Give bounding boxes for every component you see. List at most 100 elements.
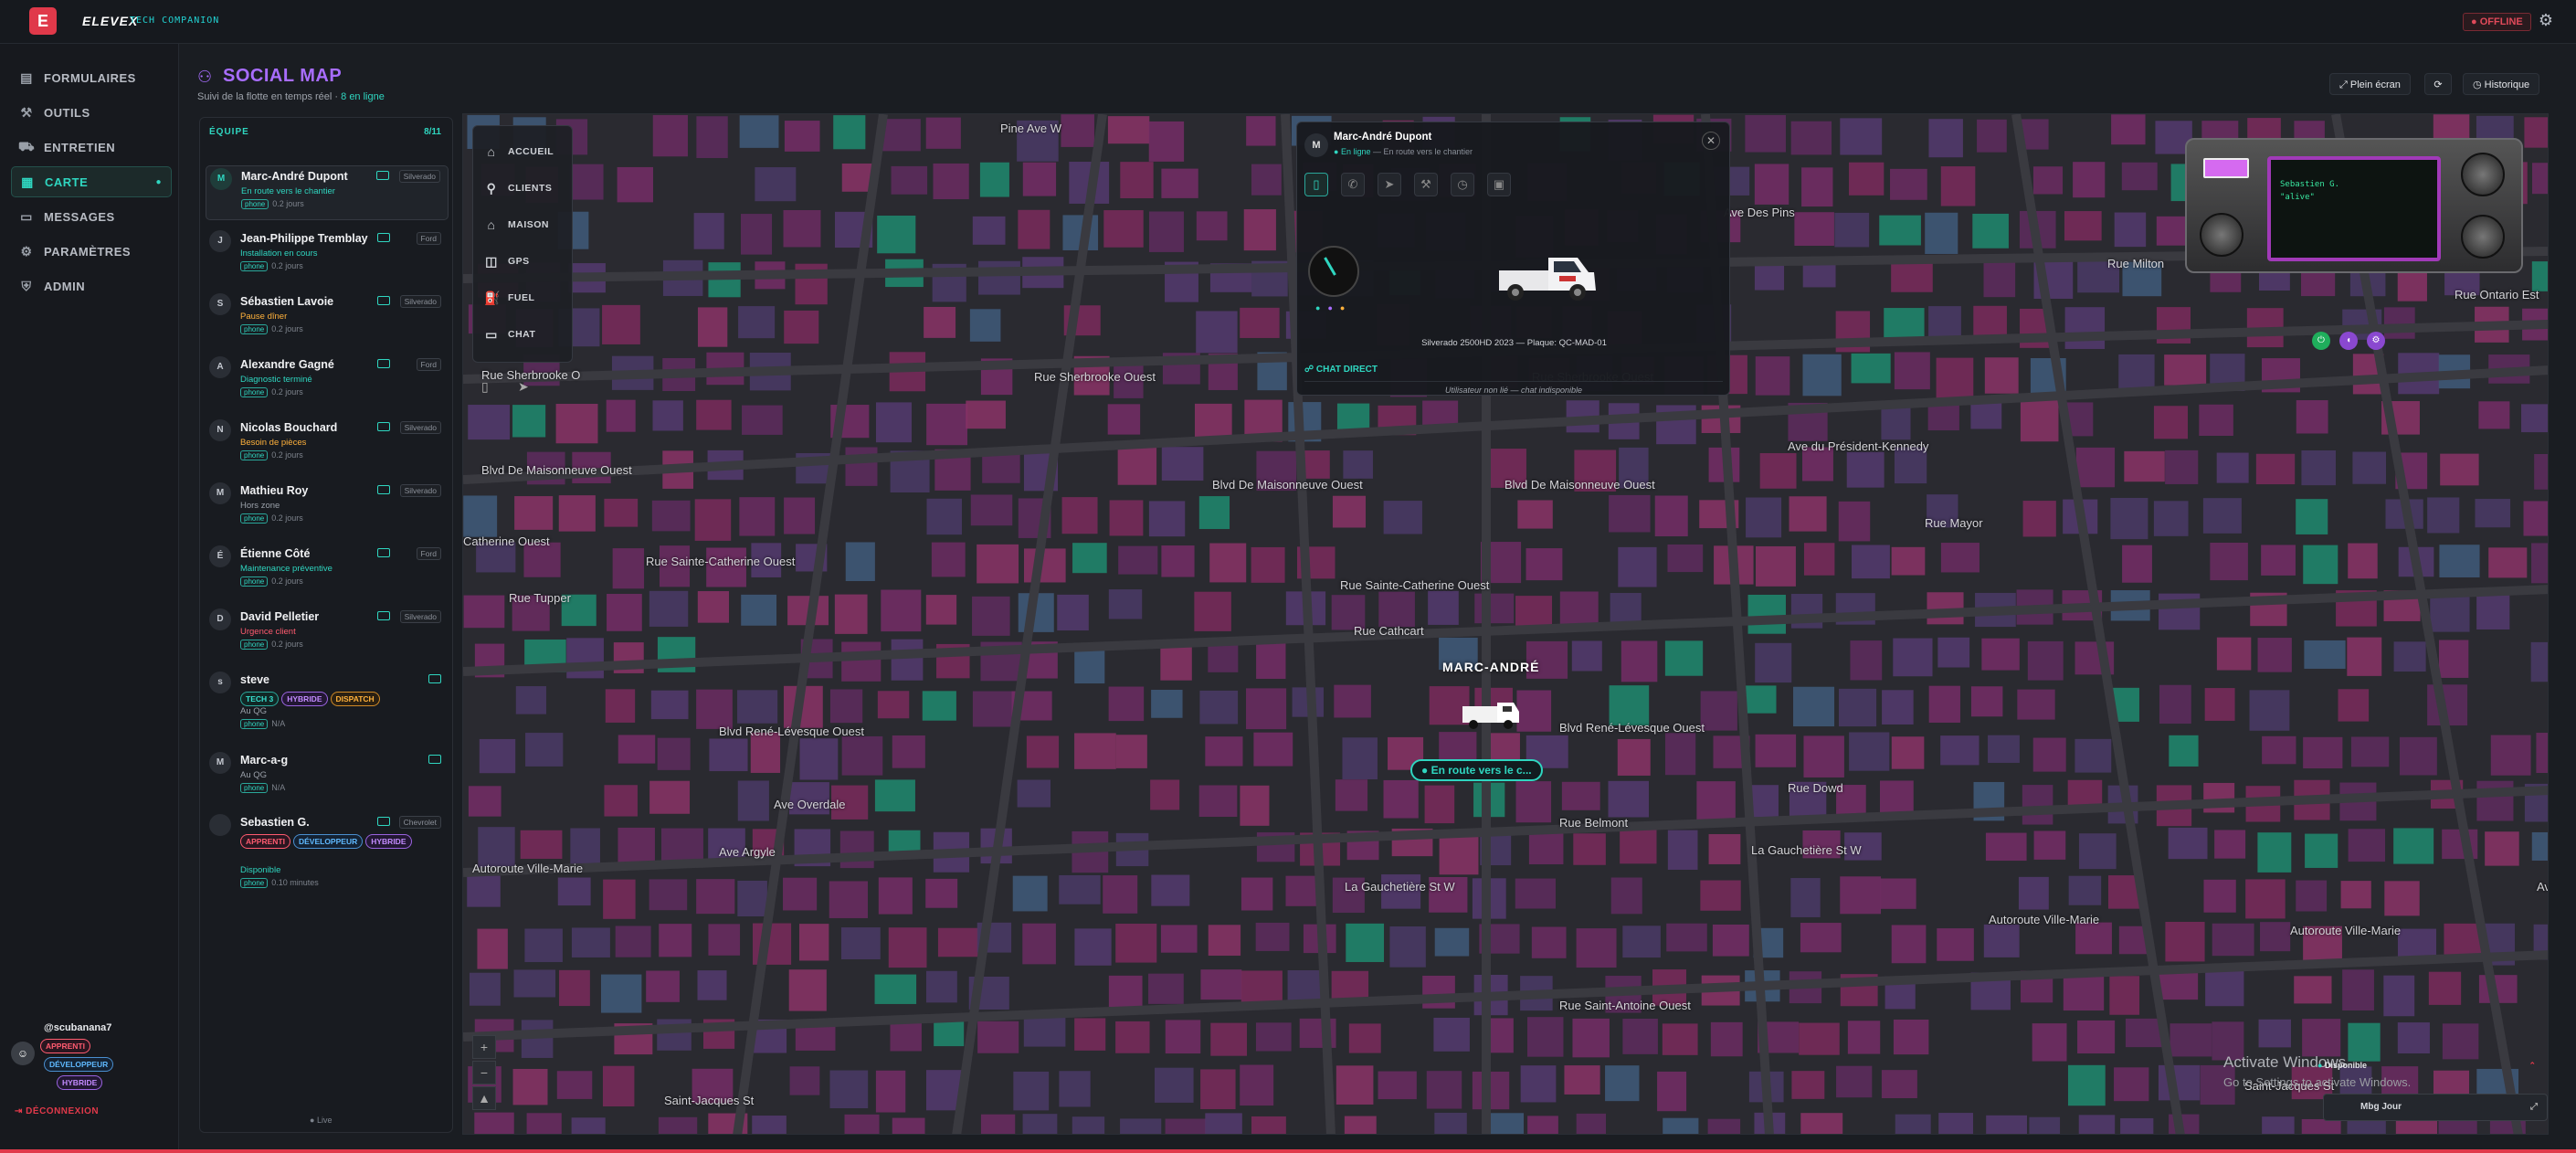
call-tool-icon[interactable]: ✆ (1341, 173, 1365, 196)
building-block (2110, 497, 2148, 540)
member-meta: phone 0.2 jours (240, 324, 303, 334)
building-block (741, 594, 777, 626)
sound-icon[interactable]: ◖ (2339, 332, 2358, 350)
team-member-8[interactable]: s steve TECH 3 HYBRIDE DISPATCH Au QG phone N/A (206, 670, 449, 729)
vehicle-marker-status[interactable]: ● En route vers le c... (1410, 759, 1543, 781)
mbg-jour-button[interactable]: Mbg Jour ⤢ (2323, 1094, 2548, 1121)
refresh-button[interactable]: ⟳ (2424, 73, 2452, 95)
team-member-2[interactable]: S Sébastien Lavoie Pause dîner phone 0.2 jou… (206, 291, 449, 346)
sidebar-item-admin[interactable]: ⛨ ADMIN (11, 270, 172, 301)
tuner-knob[interactable] (2461, 153, 2505, 196)
availability-bar[interactable]: ● Disponible ⌃ (2317, 1061, 2541, 1079)
avatar: ☺ (11, 1042, 35, 1065)
compass-button[interactable]: ▲ (472, 1086, 496, 1110)
member-name: Étienne Côté (240, 547, 311, 560)
close-icon[interactable]: ✕ (1702, 132, 1720, 150)
map-nav-clients[interactable]: ⚲ CLIENTS (484, 177, 552, 199)
sidebar-item-entretien[interactable]: ⛟ ENTRETIEN (11, 132, 172, 163)
sidebar-item-parametres[interactable]: ⚙ PARAMÈTRES (11, 236, 172, 267)
camera-tool-icon[interactable]: ▣ (1487, 173, 1511, 196)
fullscreen-button[interactable]: ⤢ Plein écran (2329, 73, 2411, 95)
building-block (571, 1117, 606, 1134)
building-block (1984, 357, 2019, 394)
building-block (2022, 501, 2056, 537)
chat-icon[interactable] (377, 817, 390, 826)
team-member-6[interactable]: É Étienne Côté Maintenance préventive phone… (206, 544, 449, 598)
building-block (2338, 689, 2370, 722)
chat-icon[interactable] (376, 171, 389, 180)
team-member-10[interactable]: Sebastien G. APPRENTI DÉVELOPPEUR HYBRIDE Di… (206, 812, 449, 888)
building-block (1378, 1071, 1417, 1100)
map-view[interactable]: Pine Ave W Rue Sherbrooke O Rue Sherbrooke… (462, 113, 2549, 1135)
app-logo[interactable]: E (29, 7, 57, 35)
building-block (2216, 452, 2249, 483)
chat-icon[interactable] (377, 485, 390, 494)
power-icon[interactable]: ⏻ (2312, 332, 2330, 350)
building-block (2257, 832, 2292, 873)
team-member-4[interactable]: N Nicolas Bouchard Besoin de pièces phone 0.… (206, 418, 449, 472)
member-status: Disponible (240, 865, 281, 875)
history-tool-icon[interactable]: ◷ (1451, 173, 1474, 196)
chat-icon[interactable] (377, 296, 390, 305)
chat-icon[interactable] (377, 548, 390, 557)
chat-direct-button[interactable]: ☍ CHAT DIRECT (1304, 365, 1378, 375)
street-label: Ave Des Pins (1724, 206, 1795, 219)
building-block (1970, 686, 2003, 717)
map-nav-accueil[interactable]: ⌂ ACCUEIL (484, 141, 554, 163)
building-block (1200, 1069, 1236, 1110)
team-member-1[interactable]: J Jean-Philippe Tremblay Installation en c… (206, 228, 449, 283)
channel-knob[interactable] (2461, 215, 2505, 259)
vehicle-tag: Ford (416, 358, 441, 371)
building-block (1160, 925, 1198, 953)
settings-icon[interactable]: ⚙ (2367, 332, 2385, 350)
chat-icon[interactable] (377, 611, 390, 620)
member-last-seen: N/A (271, 783, 286, 792)
phone-tool-icon[interactable]: ▯ (1304, 173, 1328, 196)
volume-knob[interactable] (2200, 213, 2243, 257)
chat-icon[interactable] (428, 755, 441, 764)
history-button[interactable]: ◷ Historique (2463, 73, 2540, 95)
chat-icon[interactable] (428, 674, 441, 683)
sidebar-item-messages[interactable]: ▭ MESSAGES (11, 201, 172, 232)
send-tool-icon[interactable]: ➤ (1378, 173, 1401, 196)
phone-icon[interactable]: ▯ (481, 379, 489, 395)
building-block (2301, 450, 2336, 486)
map-nav-chat[interactable]: ▭ CHAT (484, 323, 535, 345)
team-member-5[interactable]: M Mathieu Roy Hors zone phone 0.2 jours Silve… (206, 481, 449, 535)
member-badges: APPRENTI DÉVELOPPEUR HYBRIDE (240, 832, 423, 849)
team-member-9[interactable]: M Marc-a-g Au QG phone N/A (206, 750, 449, 805)
building-block (1746, 497, 1782, 538)
building-block (1196, 211, 1228, 241)
building-block (1022, 923, 1056, 965)
chat-icon[interactable] (377, 359, 390, 368)
team-member-3[interactable]: A Alexandre Gagné Diagnostic terminé phone 0… (206, 354, 449, 409)
building-block (1108, 589, 1143, 619)
team-member-7[interactable]: D David Pelletier Urgence client phone 0.2 j… (206, 607, 449, 661)
settings-icon[interactable]: ⚙ (2535, 11, 2557, 33)
building-block (2027, 640, 2064, 681)
map-nav-fuel[interactable]: ⛽ FUEL (484, 287, 534, 309)
zoom-in-button[interactable]: + (472, 1035, 496, 1059)
sidebar-item-outils[interactable]: ⚒ OUTILS (11, 97, 172, 128)
building-block (463, 595, 505, 629)
logout-button[interactable]: ⇥ DÉCONNEXION (15, 1106, 99, 1116)
sidebar-item-formulaires[interactable]: ▤ FORMULAIRES (11, 62, 172, 93)
chat-icon[interactable] (377, 422, 390, 431)
building-block (1666, 923, 1707, 952)
building-block (1348, 1023, 1381, 1053)
map-nav-gps[interactable]: ◫ GPS (484, 250, 530, 272)
building-block (1803, 543, 1835, 576)
building-block (977, 544, 1019, 584)
member-status: Au QG (240, 706, 268, 716)
phone-tag: phone (241, 199, 269, 209)
vehicle-marker-icon[interactable] (1459, 699, 1523, 730)
map-nav-maison[interactable]: ⌂ MAISON (484, 214, 549, 236)
sidebar-item-carte[interactable]: ▦ CARTE ● (11, 166, 172, 197)
team-member-0[interactable]: M Marc-André Dupont En route vers le chant… (206, 165, 449, 220)
building-block (1151, 689, 1183, 718)
chat-icon[interactable] (377, 233, 390, 242)
navigate-icon[interactable]: ➤ (518, 379, 529, 395)
wrench-tool-icon[interactable]: ⚒ (1414, 173, 1438, 196)
building-block (2203, 879, 2236, 913)
zoom-out-button[interactable]: − (472, 1061, 496, 1084)
